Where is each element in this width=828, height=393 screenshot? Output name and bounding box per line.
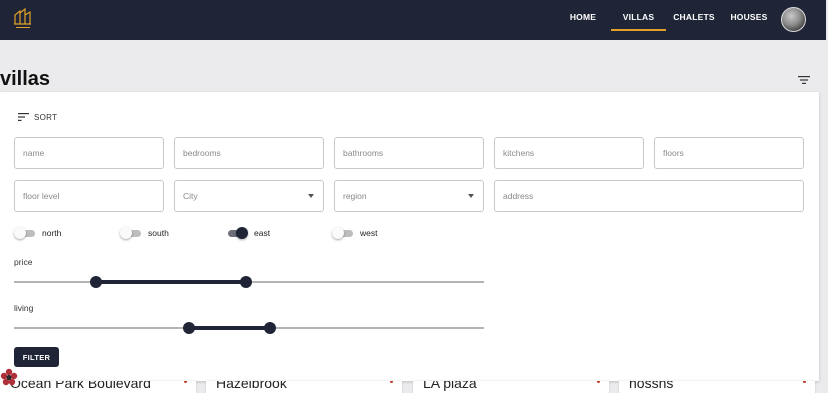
- region-select-label: region: [343, 191, 367, 201]
- user-avatar[interactable]: [781, 7, 806, 32]
- chevron-down-icon: [468, 194, 474, 198]
- chevron-down-icon: [308, 194, 314, 198]
- card-title: hossns: [629, 381, 674, 391]
- north-label: north: [42, 228, 62, 238]
- page-title: villas: [0, 68, 51, 90]
- west-label: west: [360, 228, 378, 238]
- name-input[interactable]: [14, 137, 164, 169]
- nav-houses[interactable]: HOUSES: [729, 0, 769, 34]
- filter-list-icon[interactable]: [798, 75, 810, 85]
- region-select[interactable]: region: [334, 180, 484, 212]
- flower-icon[interactable]: [0, 368, 18, 386]
- price-range-slider[interactable]: [14, 276, 484, 288]
- price-max-handle[interactable]: [239, 276, 252, 288]
- east-label: east: [254, 228, 271, 238]
- south-switch[interactable]: [120, 226, 142, 240]
- sort-label: SORT: [34, 112, 58, 122]
- listing-card[interactable]: Hazelbrook: [206, 381, 402, 393]
- logo-icon[interactable]: [12, 6, 34, 30]
- floor-level-input[interactable]: [14, 180, 164, 212]
- card-menu-icon[interactable]: [390, 381, 393, 383]
- north-toggle[interactable]: north: [14, 226, 61, 240]
- living-range-slider[interactable]: [14, 322, 484, 334]
- east-toggle[interactable]: east: [226, 226, 270, 240]
- card-title: Hazelbrook: [216, 381, 287, 391]
- west-toggle[interactable]: west: [332, 226, 377, 240]
- living-min-handle[interactable]: [183, 322, 196, 334]
- top-navbar: HOME VILLAS CHALETS HOUSES: [0, 0, 826, 40]
- card-title: Ocean Park Boulevard: [10, 381, 151, 391]
- south-toggle[interactable]: south: [120, 226, 169, 240]
- listing-card[interactable]: hossns: [619, 381, 815, 393]
- west-switch[interactable]: [332, 226, 354, 240]
- card-menu-icon[interactable]: [184, 381, 187, 383]
- north-switch[interactable]: [14, 226, 36, 240]
- sort-button[interactable]: SORT: [18, 112, 57, 122]
- nav-home[interactable]: HOME: [566, 0, 600, 34]
- price-label: price: [14, 257, 33, 267]
- address-input[interactable]: [494, 180, 804, 212]
- living-selected-range: [189, 326, 271, 330]
- sort-icon: [18, 113, 29, 121]
- card-menu-icon[interactable]: [803, 381, 806, 383]
- east-switch[interactable]: [226, 226, 248, 240]
- card-menu-icon[interactable]: [597, 381, 600, 383]
- bathrooms-input[interactable]: [334, 137, 484, 169]
- card-title: LA plaza: [423, 381, 477, 391]
- living-max-handle[interactable]: [264, 322, 277, 334]
- price-min-handle[interactable]: [90, 276, 103, 288]
- south-label: south: [148, 228, 169, 238]
- living-label: living: [14, 303, 34, 313]
- listing-card[interactable]: LA plaza: [413, 381, 609, 393]
- nav-active-indicator: [611, 29, 666, 31]
- bedrooms-input[interactable]: [174, 137, 324, 169]
- kitchens-input[interactable]: [494, 137, 644, 169]
- price-selected-range: [96, 280, 246, 284]
- city-select-label: City: [183, 191, 198, 201]
- city-select[interactable]: City: [174, 180, 324, 212]
- floors-input[interactable]: [654, 137, 804, 169]
- filter-button[interactable]: FILTER: [14, 347, 59, 367]
- nav-chalets[interactable]: CHALETS: [672, 0, 716, 34]
- listing-card[interactable]: Ocean Park Boulevard: [0, 381, 196, 393]
